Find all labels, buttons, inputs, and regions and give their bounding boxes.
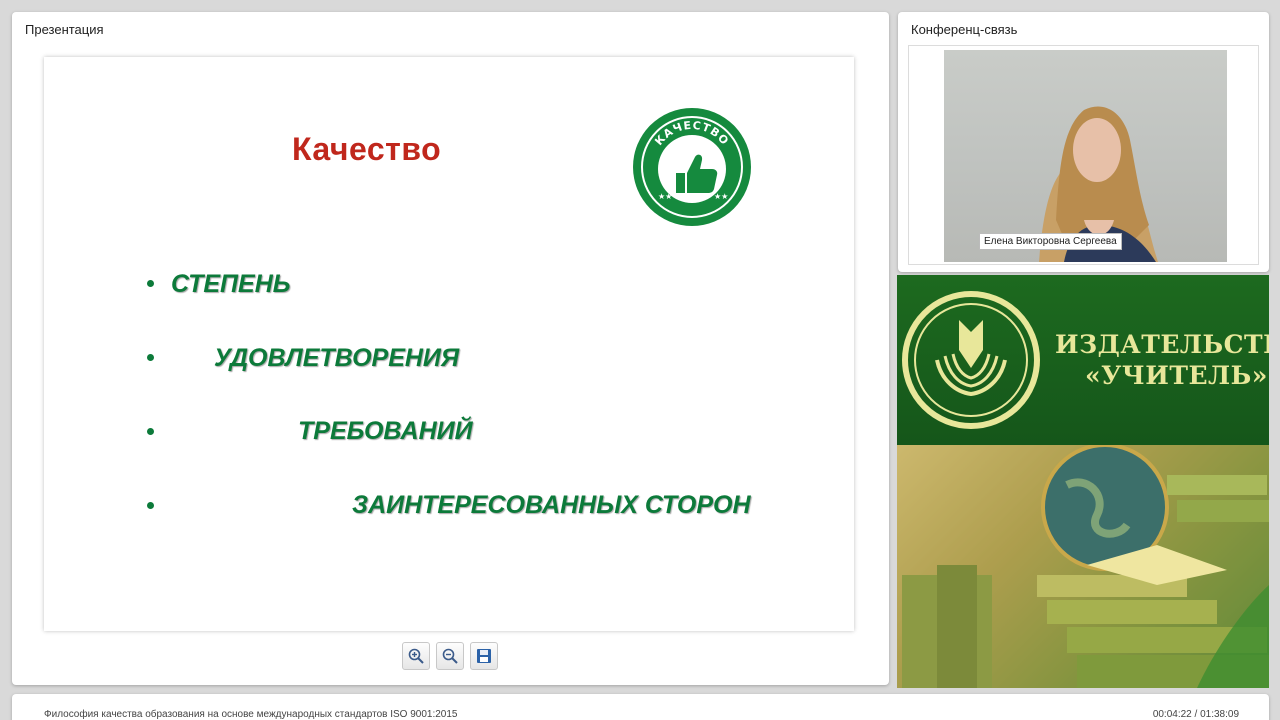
bullet-dot [147,354,154,361]
bullet-dot [147,502,154,509]
footer-bar: Философия качества образования на основе… [12,694,1269,720]
slide: Качество КАЧЕСТВО ★★ ★★ СТЕПЕНЬ УДОВЛЕТВ… [44,57,854,631]
presentation-panel: Презентация Качество КАЧЕСТВО ★★ ★★ СТЕП… [12,12,889,685]
svg-text:★★: ★★ [658,192,672,201]
speaker-video [944,50,1227,262]
svg-text:★★: ★★ [714,192,728,201]
speaker-name-tag: Елена Викторовна Сергеева [979,233,1122,250]
conference-panel: Конференц-связь Елена Викторовна Сергеев… [898,12,1269,272]
bullet-dot [147,428,154,435]
playback-time: 00:04:22 / 01:38:09 [1152,709,1239,720]
speaker-silhouette [1039,106,1158,262]
save-icon [477,649,491,663]
video-frame: Елена Викторовна Сергеева [908,45,1259,265]
quality-badge-icon: КАЧЕСТВО ★★ ★★ [633,108,751,226]
bullet-1: СТЕПЕНЬ [171,270,291,298]
zoom-in-button[interactable] [402,642,430,670]
webinar-title: Философия качества образования на основе… [44,709,458,720]
books-globe-illustration [897,445,1269,688]
zoom-out-button[interactable] [436,642,464,670]
publisher-name-line1: ИЗДАТЕЛЬСТВО [1055,330,1269,359]
publisher-banner-image [897,445,1269,688]
conference-panel-title: Конференц-связь [911,22,1018,37]
bullet-dot [147,280,154,287]
publisher-banner: ИЗДАТЕЛЬСТВО «УЧИТЕЛЬ» [897,275,1269,688]
slide-toolbar [402,642,498,670]
bullet-2: УДОВЛЕТВОРЕНИЯ [214,344,460,372]
publisher-name-line2: «УЧИТЕЛЬ» [1085,361,1268,390]
save-button[interactable] [470,642,498,670]
zoom-in-icon [408,648,424,664]
bullet-4: ЗАИНТЕРЕСОВАННЫХ СТОРОН [352,491,751,519]
publisher-banner-top: ИЗДАТЕЛЬСТВО «УЧИТЕЛЬ» [897,275,1269,445]
publisher-logo-icon [902,291,1040,429]
slide-title: Качество [292,131,442,167]
presentation-panel-title: Презентация [25,22,104,37]
zoom-out-icon [442,648,458,664]
bullet-3: ТРЕБОВАНИЙ [298,417,473,445]
